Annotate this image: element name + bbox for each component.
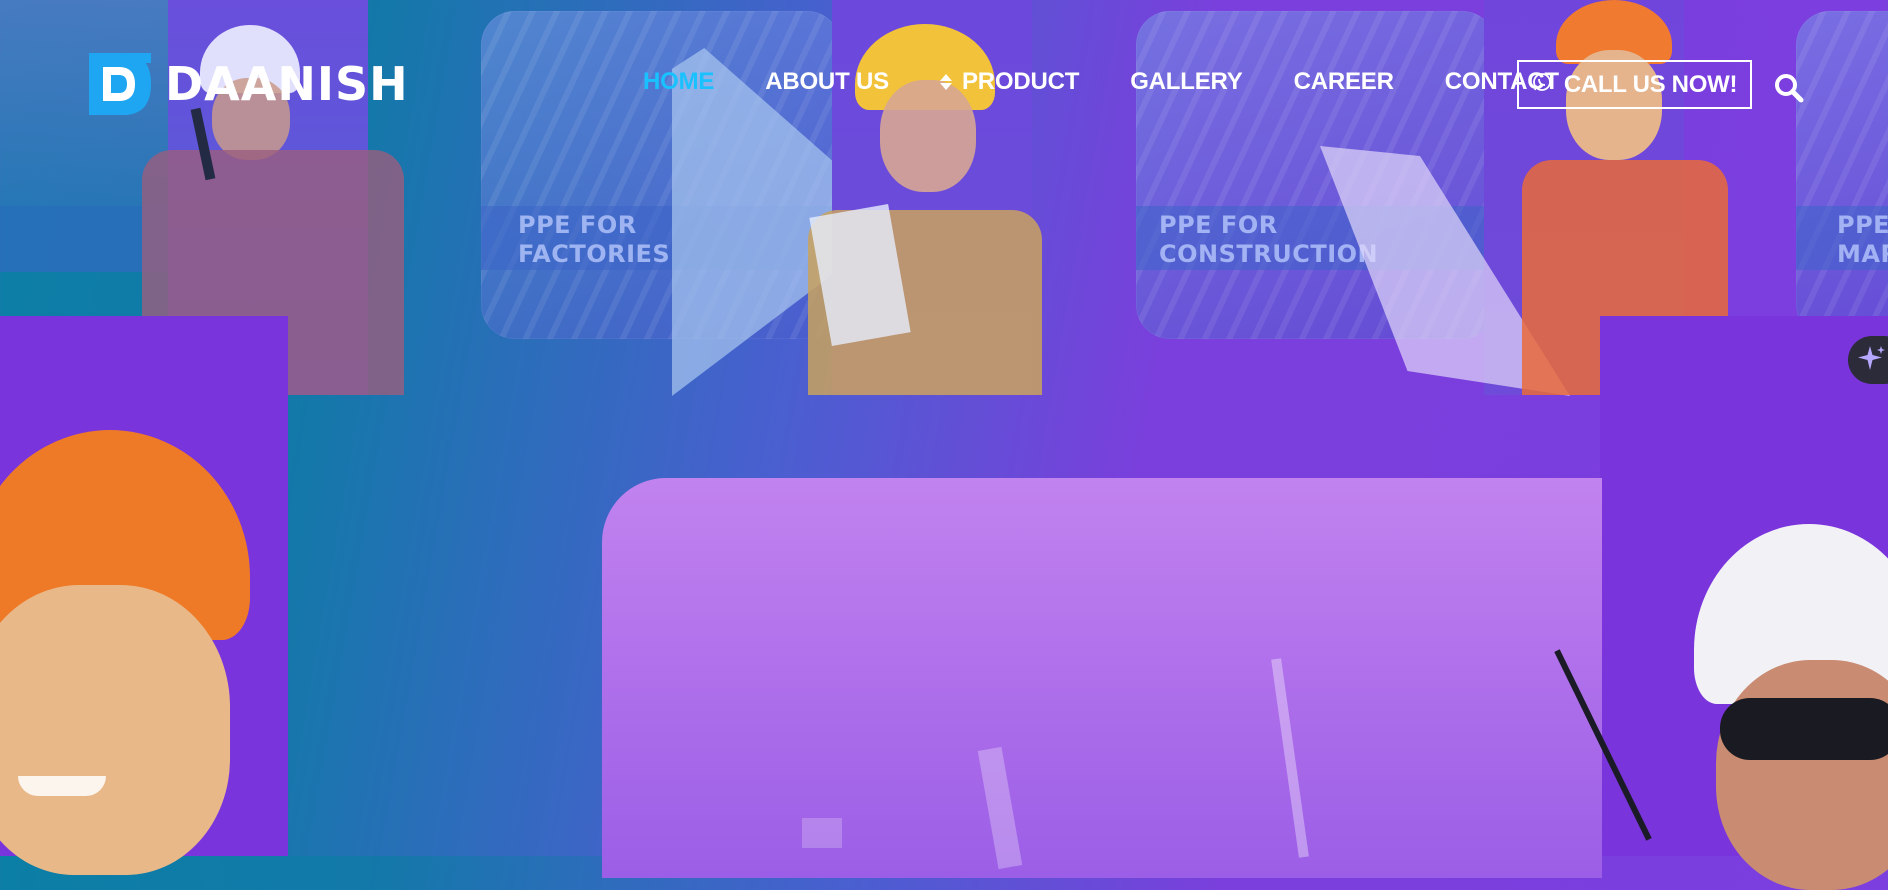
brand-name: DAANISH [165,57,409,111]
sparkle-icon [1858,344,1886,377]
whatsapp-icon [1532,71,1552,99]
brand-logo[interactable]: DAANISH [89,53,409,115]
call-us-label: CALL US NOW! [1563,70,1738,98]
nav-career[interactable]: CAREER [1294,68,1394,96]
daanish-d-logo-icon [89,53,151,115]
main-nav: HOME ABOUT US PRODUCT GALLERY CAREER CON… [643,68,1559,96]
search-icon[interactable] [1774,73,1804,103]
tile-construction-line2: CONSTRUCTION [1159,240,1379,268]
hero-harbor-card [602,478,1602,878]
hero-tile-marine: PPE F MAR [1796,11,1888,339]
tile-factories-line2: FACTORIES [518,240,671,268]
tile-construction-line1: PPE FOR [1159,211,1278,239]
nav-home[interactable]: HOME [643,68,714,96]
call-us-button[interactable]: CALL US NOW! [1517,60,1752,109]
tile-factories-line1: PPE FOR [518,211,637,239]
tile-marine-line2: MAR [1837,240,1888,268]
tile-marine-line1: PPE F [1837,211,1888,239]
nav-product[interactable]: PRODUCT [939,68,1080,96]
ai-assistant-button[interactable] [1848,336,1888,384]
nav-about-us[interactable]: ABOUT US [765,68,889,96]
nav-gallery[interactable]: GALLERY [1130,68,1243,96]
nav-product-label: PRODUCT [961,68,1080,95]
sort-arrows-icon [939,74,952,90]
